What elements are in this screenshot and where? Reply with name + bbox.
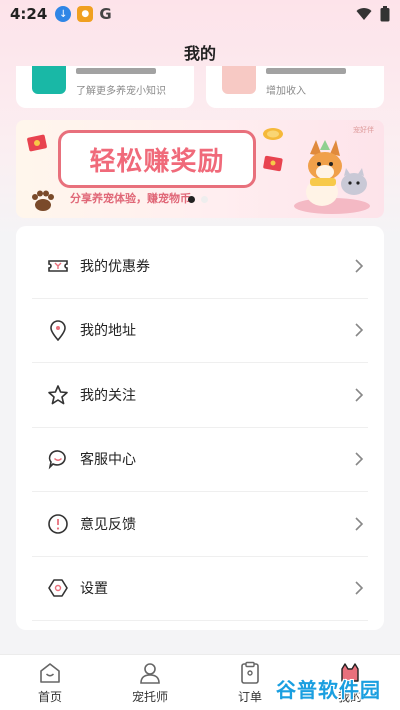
menu-list: 我的优惠券 我的地址 我的关注 客服中心 意见反馈 设置 <box>16 226 384 630</box>
card-title-cutoff <box>266 68 346 74</box>
coin-icon <box>263 128 283 140</box>
banner-brand: 宠好伴 <box>353 126 374 134</box>
menu-item-label: 意见反馈 <box>80 516 136 533</box>
page-title: 我的 <box>183 44 216 63</box>
banner-pagination <box>188 196 208 203</box>
star-icon <box>46 383 70 407</box>
coupon-icon <box>46 254 70 278</box>
location-icon <box>46 318 70 342</box>
menu-item-following[interactable]: 我的关注 <box>32 363 368 428</box>
pagination-dot[interactable] <box>201 196 208 203</box>
card-subtitle: 了解更多养宠小知识 <box>76 86 166 97</box>
chevron-right-icon <box>355 517 364 531</box>
menu-item-label: 我的地址 <box>80 323 136 340</box>
promo-banner[interactable]: 宠好伴 轻松赚奖励 分享养宠体验，赚宠物币 <box>16 120 384 218</box>
chevron-right-icon <box>355 452 364 466</box>
menu-item-coupons[interactable]: 我的优惠券 <box>32 234 368 299</box>
nav-label: 宠托师 <box>131 690 168 704</box>
menu-item-label: 客服中心 <box>80 452 136 469</box>
nav-label: 订单 <box>237 690 262 704</box>
menu-item-label: 设置 <box>80 581 108 598</box>
google-icon: G <box>99 5 112 23</box>
menu-item-label: 我的优惠券 <box>80 258 150 275</box>
menu-item-customer-service[interactable]: 客服中心 <box>32 428 368 492</box>
knowledge-icon <box>32 66 66 94</box>
earn-income-card[interactable]: 增加收入 <box>206 66 384 108</box>
red-envelope-icon <box>27 134 47 152</box>
pagination-dot-active[interactable] <box>188 196 195 203</box>
battery-icon <box>380 6 390 22</box>
feedback-icon <box>46 512 70 536</box>
chevron-right-icon <box>355 388 364 402</box>
nav-label: 首页 <box>37 690 62 704</box>
red-envelope-icon <box>263 155 283 172</box>
notification-avatar-icon: ● <box>77 6 94 22</box>
settings-icon <box>46 576 70 600</box>
nav-home[interactable]: 首页 <box>0 655 100 710</box>
chevron-right-icon <box>355 323 364 337</box>
menu-item-settings[interactable]: 设置 <box>32 557 368 621</box>
status-bar: 4:24 ↓ ● G <box>0 0 400 28</box>
home-icon <box>40 663 60 683</box>
chevron-right-icon <box>355 581 364 595</box>
menu-item-label: 我的关注 <box>80 387 136 404</box>
card-title-cutoff <box>76 68 156 74</box>
banner-headline-bubble: 轻松赚奖励 <box>58 130 256 188</box>
pet-knowledge-card[interactable]: 了解更多养宠小知识 <box>16 66 194 108</box>
banner-tagline: 分享养宠体验，赚宠物币 <box>70 192 191 205</box>
sitter-icon <box>140 663 160 684</box>
cat-icon <box>222 66 256 94</box>
status-time: 4:24 <box>10 5 48 23</box>
download-icon: ↓ <box>55 6 72 22</box>
customer-service-icon <box>46 447 70 471</box>
wifi-icon <box>356 8 372 20</box>
banner-headline: 轻松赚奖励 <box>89 146 225 177</box>
menu-item-address[interactable]: 我的地址 <box>32 299 368 363</box>
card-subtitle: 增加收入 <box>266 86 306 97</box>
menu-item-feedback[interactable]: 意见反馈 <box>32 492 368 557</box>
watermark: 谷普软件园 <box>276 677 381 702</box>
chevron-right-icon <box>355 259 364 273</box>
order-icon <box>241 661 259 684</box>
paw-icon <box>32 190 54 211</box>
nav-sitter[interactable]: 宠托师 <box>100 655 200 710</box>
dog-cat-illustration <box>294 140 370 214</box>
